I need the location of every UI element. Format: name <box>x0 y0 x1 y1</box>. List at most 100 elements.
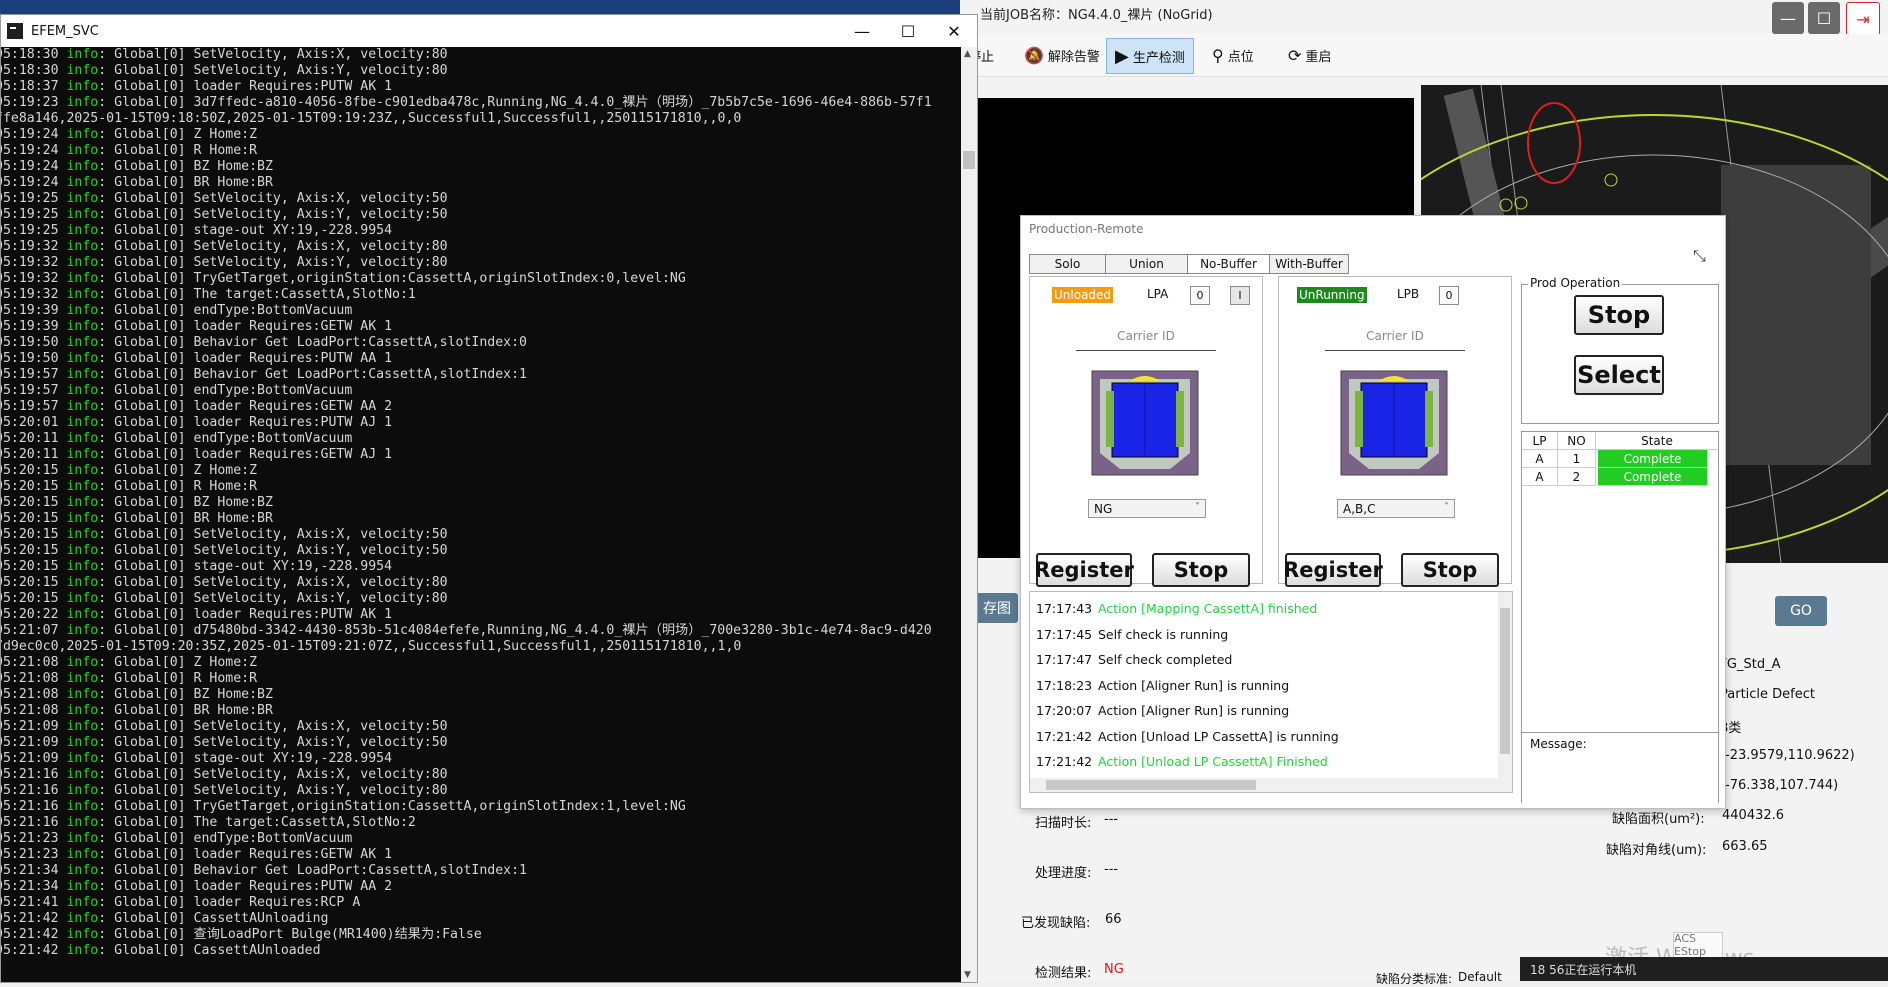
row-state: Complete <box>1598 468 1708 486</box>
scroll-up-icon[interactable]: ▲ <box>964 49 971 59</box>
lpa-register-button[interactable]: Register <box>1034 553 1134 587</box>
point-label: 点位 <box>1227 49 1254 65</box>
log-line: 05:20:15 info: Global[0] SetVelocity, Ax… <box>1 543 961 559</box>
row-no: 1 <box>1558 450 1596 468</box>
log-message: : Global[0] Z Home:Z <box>98 655 258 670</box>
log-level: info <box>66 223 99 238</box>
save-image-button[interactable]: 存图 <box>976 593 1018 623</box>
log-time: 05:20:11 <box>1 447 59 462</box>
go-button[interactable]: GO <box>1775 596 1827 626</box>
log-message: : Global[0] SetVelocity, Axis:Y, velocit… <box>98 63 448 78</box>
log-line: 05:19:32 info: Global[0] TryGetTarget,or… <box>1 271 961 287</box>
log-message: : Global[0] loader Requires:PUTW AA 1 <box>98 351 393 366</box>
log-line: 05:19:57 info: Global[0] loader Requires… <box>1 399 961 415</box>
log-line: 05:20:15 info: Global[0] SetVelocity, Ax… <box>1 591 961 607</box>
log-level: info <box>66 191 99 206</box>
log-message: : Global[0] R Home:R <box>98 143 258 158</box>
console-scrollbar[interactable]: ▲ ▼ <box>961 47 977 982</box>
console-maximize-button[interactable]: ☐ <box>885 15 931 47</box>
log-line: 05:19:32 info: Global[0] The target:Cass… <box>1 287 961 303</box>
action-log-hscroll-thumb[interactable] <box>1046 780 1256 790</box>
log-entry-message: Action [Mapping CassettA] finished <box>1098 601 1318 616</box>
console-minimize-button[interactable]: — <box>839 15 885 47</box>
load-port-a-panel: Unloaded LPA 0 I Carrier ID NG ˅ Registe… <box>1029 276 1263 587</box>
app-maximize-button[interactable]: ☐ <box>1808 2 1840 34</box>
found-defects-value: 66 <box>1105 912 1122 927</box>
lpa-recipe-select[interactable]: NG ˅ <box>1088 499 1206 518</box>
log-line: 05:19:39 info: Global[0] endType:BottomV… <box>1 303 961 319</box>
action-log-vscroll[interactable] <box>1498 592 1512 778</box>
lpa-flag-button[interactable]: I <box>1230 286 1250 305</box>
log-message: 7d9ec0c0,2025-01-15T09:20:35Z,2025-01-15… <box>1 639 742 654</box>
console-close-button[interactable]: ✕ <box>931 15 977 47</box>
taskbar-fragment: 18 56正在运行本机 <box>1520 957 1888 981</box>
production-button[interactable]: ▶ 生产检测 <box>1106 38 1194 74</box>
lpb-register-button[interactable]: Register <box>1283 553 1383 587</box>
chevron-down-icon: ˅ <box>1444 502 1449 513</box>
console-titlebar: EFEM_SVC <box>1 15 977 47</box>
log-lines: 05:18:30 info: Global[0] SetVelocity, Ax… <box>1 47 961 959</box>
table-header: LP NO State <box>1522 432 1718 450</box>
log-level: info <box>66 63 99 78</box>
log-line: 05:18:30 info: Global[0] SetVelocity, Ax… <box>1 63 961 79</box>
defect-area-value: 440432.6 <box>1722 808 1785 823</box>
prod-stop-button[interactable]: Stop <box>1574 295 1664 335</box>
log-level: info <box>66 783 99 798</box>
log-time: 05:19:24 <box>1 175 59 190</box>
lpa-stop-button[interactable]: Stop <box>1152 553 1250 587</box>
log-line: 05:21:16 info: Global[0] SetVelocity, Ax… <box>1 767 961 783</box>
tab-solo[interactable]: Solo <box>1029 254 1106 274</box>
lpb-stop-button[interactable]: Stop <box>1401 553 1499 587</box>
log-time: 05:19:32 <box>1 239 59 254</box>
clear-alarm-button[interactable]: 🔕 解除告警 <box>1016 38 1108 72</box>
prod-select-button[interactable]: Select <box>1574 355 1664 395</box>
tab-with-buffer[interactable]: With-Buffer <box>1269 254 1349 274</box>
log-entry-time: 17:17:47 <box>1036 652 1093 667</box>
log-line: 05:21:08 info: Global[0] R Home:R <box>1 671 961 687</box>
log-level: info <box>66 815 99 830</box>
acs-estop-button[interactable]: ACS EStop <box>1673 932 1723 958</box>
log-level: info <box>66 495 99 510</box>
table-row[interactable]: A 1 Complete <box>1522 450 1718 468</box>
log-time: 05:19:39 <box>1 319 59 334</box>
log-entry: 17:17:45 Self check is running <box>1036 622 1228 647</box>
log-time: 05:21:09 <box>1 751 59 766</box>
row-lp: A <box>1522 450 1558 468</box>
log-line: 05:21:07 info: Global[0] d75480bd-3342-4… <box>1 623 961 639</box>
table-row[interactable]: A 2 Complete <box>1522 468 1718 486</box>
collapse-icon[interactable]: ⤡ <box>1693 246 1715 268</box>
tab-no-buffer[interactable]: No-Buffer <box>1187 254 1270 274</box>
console-scroll-thumb[interactable] <box>963 151 975 169</box>
tab-union[interactable]: Union <box>1105 254 1188 274</box>
app-exit-button[interactable]: ⇥ <box>1846 2 1880 36</box>
scroll-down-icon[interactable]: ▼ <box>964 970 971 980</box>
log-level: info <box>66 591 99 606</box>
header-lp: LP <box>1522 432 1558 450</box>
log-message: : Global[0] Behavior Get LoadPort:Casset… <box>98 335 527 350</box>
log-level: info <box>66 767 99 782</box>
log-level: info <box>66 703 99 718</box>
log-line: 05:21:41 info: Global[0] loader Requires… <box>1 895 961 911</box>
log-entry-time: 17:21:42 <box>1036 754 1093 769</box>
log-line: 05:21:23 info: Global[0] endType:BottomV… <box>1 831 961 847</box>
action-log-hscroll[interactable] <box>1030 778 1512 792</box>
log-level: info <box>66 143 99 158</box>
lpa-status-badge: Unloaded <box>1052 287 1114 303</box>
log-message: : Global[0] 3d7ffedc-a810-4056-8fbe-c901… <box>98 95 932 110</box>
log-message: : Global[0] SetVelocity, Axis:Y, velocit… <box>98 783 448 798</box>
log-time: 05:19:25 <box>1 191 59 206</box>
log-level: info <box>66 527 99 542</box>
log-level: info <box>66 207 99 222</box>
log-message: : Global[0] SetVelocity, Axis:X, velocit… <box>98 767 448 782</box>
point-button[interactable]: ⚲ 点位 <box>1204 38 1262 72</box>
action-log-vscroll-thumb[interactable] <box>1500 608 1510 754</box>
lpb-recipe-select[interactable]: A,B,C ˅ <box>1337 499 1455 518</box>
log-message: : Global[0] SetVelocity, Axis:X, velocit… <box>98 719 448 734</box>
log-level: info <box>66 255 99 270</box>
restart-button[interactable]: ⟳ 重启 <box>1280 38 1339 72</box>
app-minimize-button[interactable]: — <box>1772 2 1804 34</box>
log-message: : Global[0] SetVelocity, Axis:Y, velocit… <box>98 591 448 606</box>
defect-type: Particle Defect <box>1720 687 1815 702</box>
log-level: info <box>66 239 99 254</box>
lpa-count: 0 <box>1190 286 1210 305</box>
